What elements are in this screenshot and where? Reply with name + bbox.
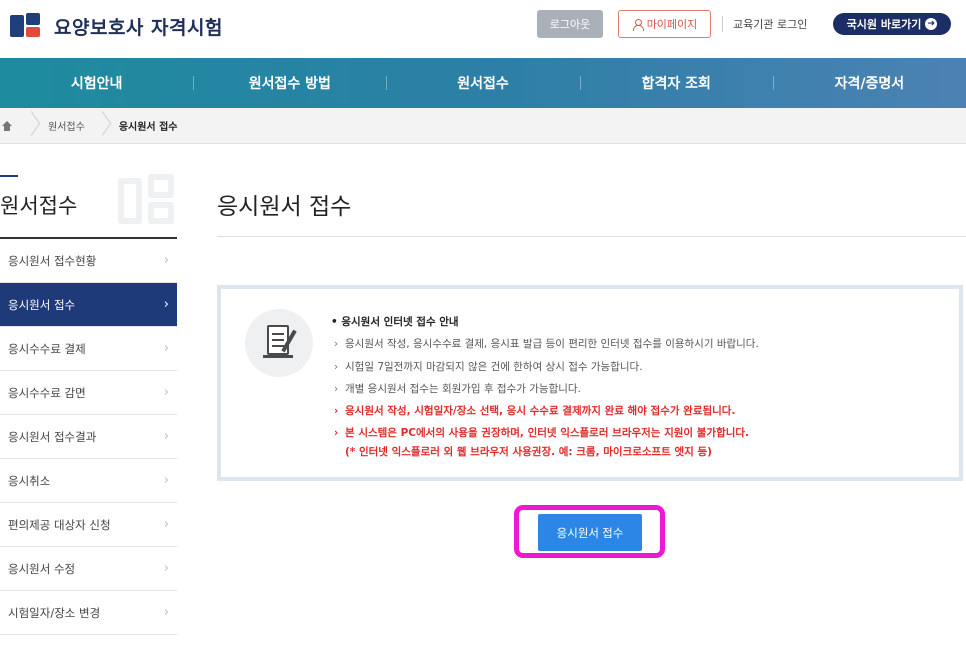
guide-warning: 본 시스템은 PC에서의 사용을 권장하며, 인터넷 익스플로러 브라우저는 지… <box>331 422 759 445</box>
sidebar-item-label: 응시수수료 결제 <box>8 341 86 356</box>
guide-line: 개별 응시원서 접수는 회원가입 후 접수가 가능합니다. <box>331 378 759 401</box>
sidebar-item-application-edit[interactable]: 응시원서 수정 › <box>0 547 177 591</box>
title-divider <box>217 236 966 237</box>
site-title: 요양보호사 자격시험 <box>54 16 223 39</box>
site-logo[interactable]: 요양보호사 자격시험 <box>10 11 223 41</box>
sidebar-item-cancel[interactable]: 응시취소 › <box>0 459 177 503</box>
chevron-right-icon: › <box>163 605 169 620</box>
logout-button[interactable]: 로그아웃 <box>537 10 603 38</box>
chevron-right-icon <box>24 108 38 144</box>
sidebar-item-label: 응시취소 <box>8 473 51 488</box>
nav-item-exam-info[interactable]: 시험안내 <box>0 58 193 108</box>
chevron-right-icon: › <box>163 341 169 356</box>
guide-content: • 응시원서 인터넷 접수 안내 응시원서 작성, 응시수수료 결제, 응시표 … <box>331 311 759 463</box>
mypage-button[interactable]: 마이페이지 <box>618 10 711 38</box>
chevron-right-icon: › <box>163 385 169 400</box>
guide-heading: • 응시원서 인터넷 접수 안내 <box>331 316 459 328</box>
nav-item-application[interactable]: 원서접수 <box>386 58 579 108</box>
main-nav: 시험안내 원서접수 방법 원서접수 합격자 조회 자격/증명서 <box>0 58 966 108</box>
sidebar-title: 원서접수 <box>0 194 78 218</box>
chevron-right-icon: › <box>163 561 169 576</box>
chevron-right-icon: › <box>163 429 169 444</box>
guide-line: 시험일 7일전까지 마감되지 않은 건에 한하여 상시 접수 가능합니다. <box>331 356 759 379</box>
header: 요양보호사 자격시험 로그아웃 마이페이지 교육기관 로그인 국시원 바로가기 … <box>0 0 966 58</box>
page-title: 응시원서 접수 <box>217 194 352 220</box>
breadcrumb-item[interactable]: 원서접수 <box>38 118 95 133</box>
chevron-right-icon <box>95 108 109 144</box>
document-pen-icon <box>245 309 313 377</box>
chevron-right-icon: › <box>163 473 169 488</box>
sidebar-item-application-result[interactable]: 응시원서 접수결과 › <box>0 415 177 459</box>
sidebar-item-accommodation[interactable]: 편의제공 대상자 신청 › <box>0 503 177 547</box>
breadcrumb: 원서접수 응시원서 접수 <box>0 108 966 144</box>
kuksi-shortcut-button[interactable]: 국시원 바로가기 ➜ <box>833 13 951 35</box>
sidebar-item-label: 편의제공 대상자 신청 <box>8 517 111 532</box>
sidebar-item-fee-reduction[interactable]: 응시수수료 감면 › <box>0 371 177 415</box>
apply-button[interactable]: 응시원서 접수 <box>538 514 642 551</box>
institution-login-link[interactable]: 교육기관 로그인 <box>733 16 807 32</box>
guide-line: 응시원서 작성, 응시수수료 결제, 응시표 발급 등이 편리한 인터넷 접수를… <box>331 333 759 356</box>
sidebar-item-venue-change[interactable]: 시험일자/장소 변경 › <box>0 591 177 635</box>
sidebar-item-application-status[interactable]: 응시원서 접수현황 › <box>0 239 177 283</box>
mypage-label: 마이페이지 <box>646 18 698 31</box>
nav-item-application-method[interactable]: 원서접수 방법 <box>193 58 386 108</box>
nav-item-certificate[interactable]: 자격/증명서 <box>772 58 966 108</box>
logo-watermark-icon <box>118 172 178 230</box>
chevron-right-icon: › <box>163 253 169 268</box>
sidebar-item-label: 응시수수료 감면 <box>8 385 86 400</box>
kuksi-shortcut-label: 국시원 바로가기 <box>846 18 922 31</box>
header-divider <box>722 16 723 32</box>
guide-warning: 응시원서 작성, 시험일자/장소 선택, 응시 수수료 결제까지 완료 해야 접… <box>331 400 759 423</box>
arrow-right-icon: ➜ <box>925 18 938 30</box>
home-icon[interactable] <box>0 108 24 144</box>
user-icon <box>632 18 644 31</box>
nav-item-results[interactable]: 합격자 조회 <box>579 58 773 108</box>
chevron-right-icon: › <box>163 517 169 532</box>
sidebar-accent-line <box>0 175 18 177</box>
sidebar-item-label: 응시원서 수정 <box>8 561 76 576</box>
application-guide-box: • 응시원서 인터넷 접수 안내 응시원서 작성, 응시수수료 결제, 응시표 … <box>217 285 963 481</box>
sidebar-item-label: 시험일자/장소 변경 <box>8 605 101 620</box>
sidebar-menu: 응시원서 접수현황 › 응시원서 접수 › 응시수수료 결제 › 응시수수료 감면 › … <box>0 237 177 635</box>
sidebar-item-fee-payment[interactable]: 응시수수료 결제 › <box>0 327 177 371</box>
breadcrumb-current: 응시원서 접수 <box>118 122 178 133</box>
kuksi-logo-icon <box>10 11 44 41</box>
chevron-right-icon: › <box>163 297 169 312</box>
sidebar-item-label: 응시원서 접수현황 <box>8 253 97 268</box>
sidebar-item-label: 응시원서 접수 <box>8 297 76 312</box>
sidebar-item-label: 응시원서 접수결과 <box>8 429 97 444</box>
sidebar-item-application[interactable]: 응시원서 접수 › <box>0 283 177 327</box>
